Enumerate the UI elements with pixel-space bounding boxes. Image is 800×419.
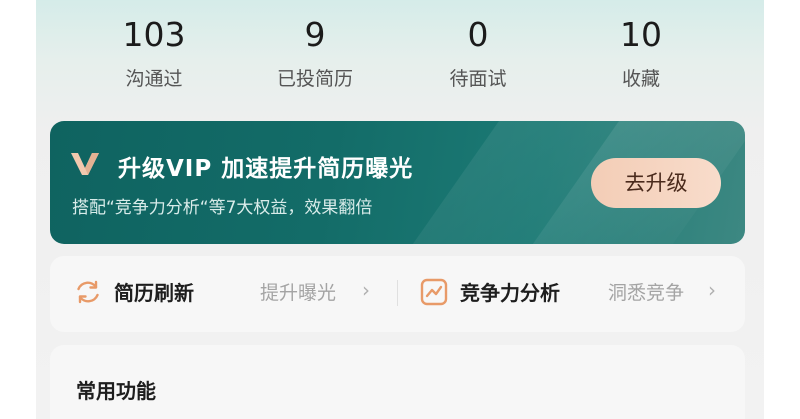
resume-refresh-desc[interactable]: 提升曝光 [260,278,336,305]
vip-banner-title: 升级VIP 加速提升简历曝光 [118,156,414,182]
stat-label: 待面试 [449,68,507,90]
stat-favorites[interactable]: 10 收藏 [561,0,721,90]
competitiveness-analysis-title[interactable]: 竞争力分析 [460,277,560,306]
common-functions-title: 常用功能 [76,379,156,403]
stat-value: 0 [467,15,489,54]
upgrade-button[interactable]: 去升级 [591,158,721,208]
stat-label: 已投简历 [276,68,353,90]
stat-communicated[interactable]: 103 沟通过 [74,0,234,90]
stat-value: 10 [620,15,662,54]
stat-applied[interactable]: 9 已投简历 [235,0,395,90]
stat-label: 沟通过 [125,68,183,90]
chevron-right-icon: › [708,278,716,302]
chart-icon [420,278,448,306]
common-functions-card: 常用功能 [50,345,745,419]
vip-logo-icon [71,153,99,175]
quick-tools-card: 简历刷新 提升曝光 › 竞争力分析 洞悉竞争 › [50,256,745,332]
stat-value: 103 [122,15,186,54]
chevron-right-icon: › [362,278,370,302]
stats-row: 103 沟通过 9 已投简历 0 待面试 10 收藏 [36,0,764,110]
refresh-icon [77,280,99,304]
stat-interviews[interactable]: 0 待面试 [398,0,558,90]
competitiveness-analysis-desc[interactable]: 洞悉竞争 [608,278,684,305]
stat-value: 9 [304,15,326,54]
profile-screen: 103 沟通过 9 已投简历 0 待面试 10 收藏 升级VIP 加速提升简历曝… [36,0,764,419]
vip-upgrade-banner[interactable]: 升级VIP 加速提升简历曝光 搭配“竞争力分析“等7大权益，效果翻倍 去升级 [50,121,745,244]
resume-refresh-title[interactable]: 简历刷新 [114,277,194,306]
divider [397,280,398,306]
vip-banner-subtitle: 搭配“竞争力分析“等7大权益，效果翻倍 [72,198,373,218]
stat-label: 收藏 [621,68,660,90]
